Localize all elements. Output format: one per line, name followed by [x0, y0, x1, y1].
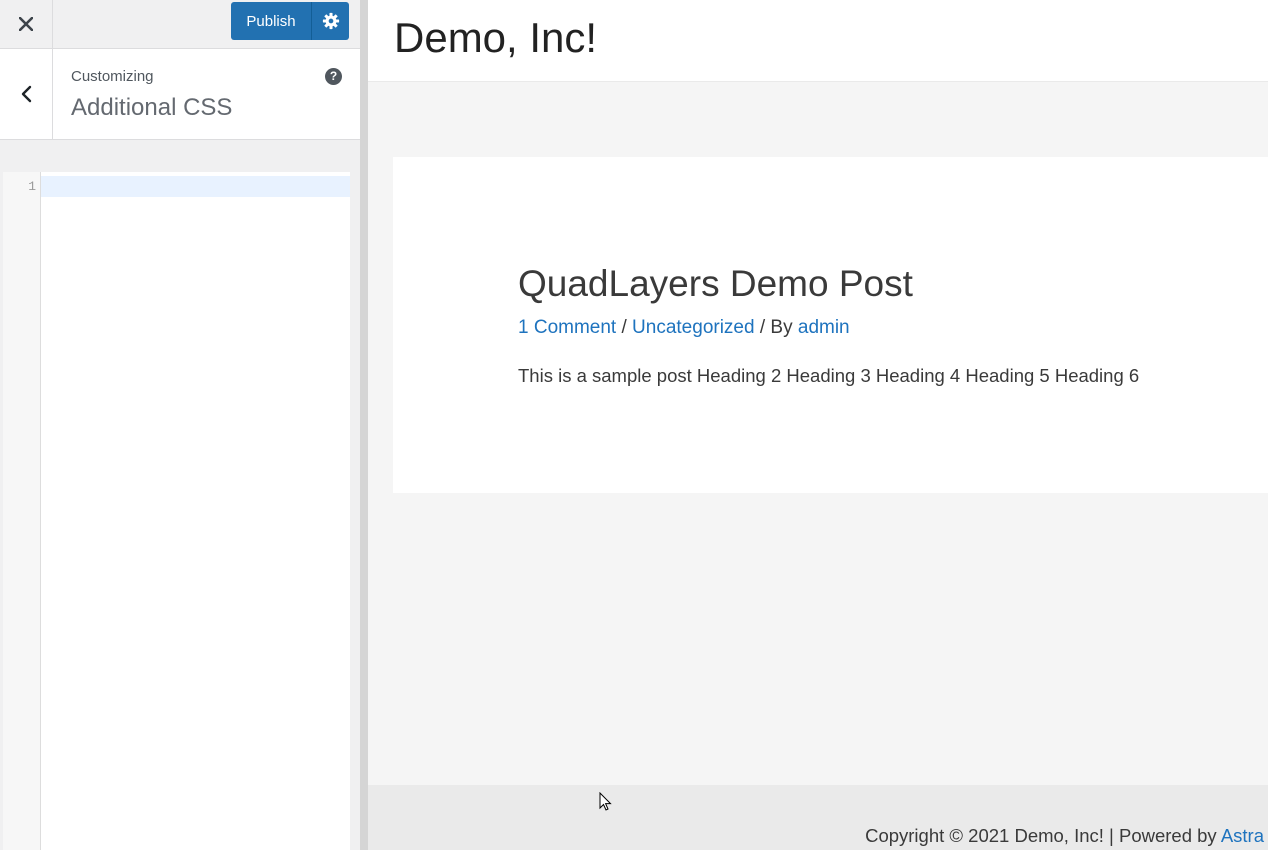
section-title: Additional CSS — [71, 94, 233, 121]
footer-copyright: Copyright © 2021 Demo, Inc! | Powered by… — [865, 825, 1264, 847]
publish-settings-button[interactable] — [311, 2, 349, 40]
gear-icon — [322, 12, 339, 30]
close-customizer-button[interactable] — [0, 0, 53, 48]
meta-separator: / — [616, 317, 633, 338]
post-title[interactable]: QuadLayers Demo Post — [518, 263, 913, 305]
site-preview: Demo, Inc! QuadLayers Demo Post 1 Commen… — [368, 0, 1268, 850]
back-button[interactable] — [0, 49, 53, 139]
customizer-sidebar: Publish Customizing Additional CSS ? 1 — [0, 0, 360, 850]
line-number: 1 — [28, 179, 36, 194]
publish-button-group: Publish — [231, 2, 349, 40]
section-header: Customizing Additional CSS ? — [0, 49, 360, 140]
close-icon — [19, 17, 33, 31]
post-excerpt: This is a sample post Heading 2 Heading … — [518, 365, 1140, 386]
customizer-header: Publish — [0, 0, 360, 49]
post-card: QuadLayers Demo Post 1 Comment / Uncateg… — [393, 157, 1268, 493]
help-icon[interactable]: ? — [325, 68, 342, 85]
chevron-left-icon — [21, 85, 32, 103]
breadcrumb: Customizing — [71, 68, 154, 85]
mouse-cursor-icon — [599, 792, 612, 811]
site-title[interactable]: Demo, Inc! — [394, 14, 597, 62]
css-textarea[interactable] — [41, 172, 350, 850]
line-number-gutter: 1 — [3, 172, 41, 850]
comments-link[interactable]: 1 Comment — [518, 317, 616, 338]
sidebar-resize-handle[interactable] — [360, 0, 368, 850]
footer-astra-link[interactable]: Astra — [1221, 825, 1264, 846]
site-footer: Copyright © 2021 Demo, Inc! | Powered by… — [368, 785, 1268, 850]
meta-separator-by: / By — [754, 317, 798, 338]
category-link[interactable]: Uncategorized — [632, 317, 755, 338]
site-header: Demo, Inc! — [368, 0, 1268, 82]
footer-text: Copyright © 2021 Demo, Inc! | Powered by — [865, 825, 1221, 846]
publish-button[interactable]: Publish — [231, 2, 311, 40]
post-meta: 1 Comment / Uncategorized / By admin — [518, 317, 850, 339]
author-link[interactable]: admin — [798, 317, 850, 338]
css-code-editor: 1 — [3, 172, 350, 850]
